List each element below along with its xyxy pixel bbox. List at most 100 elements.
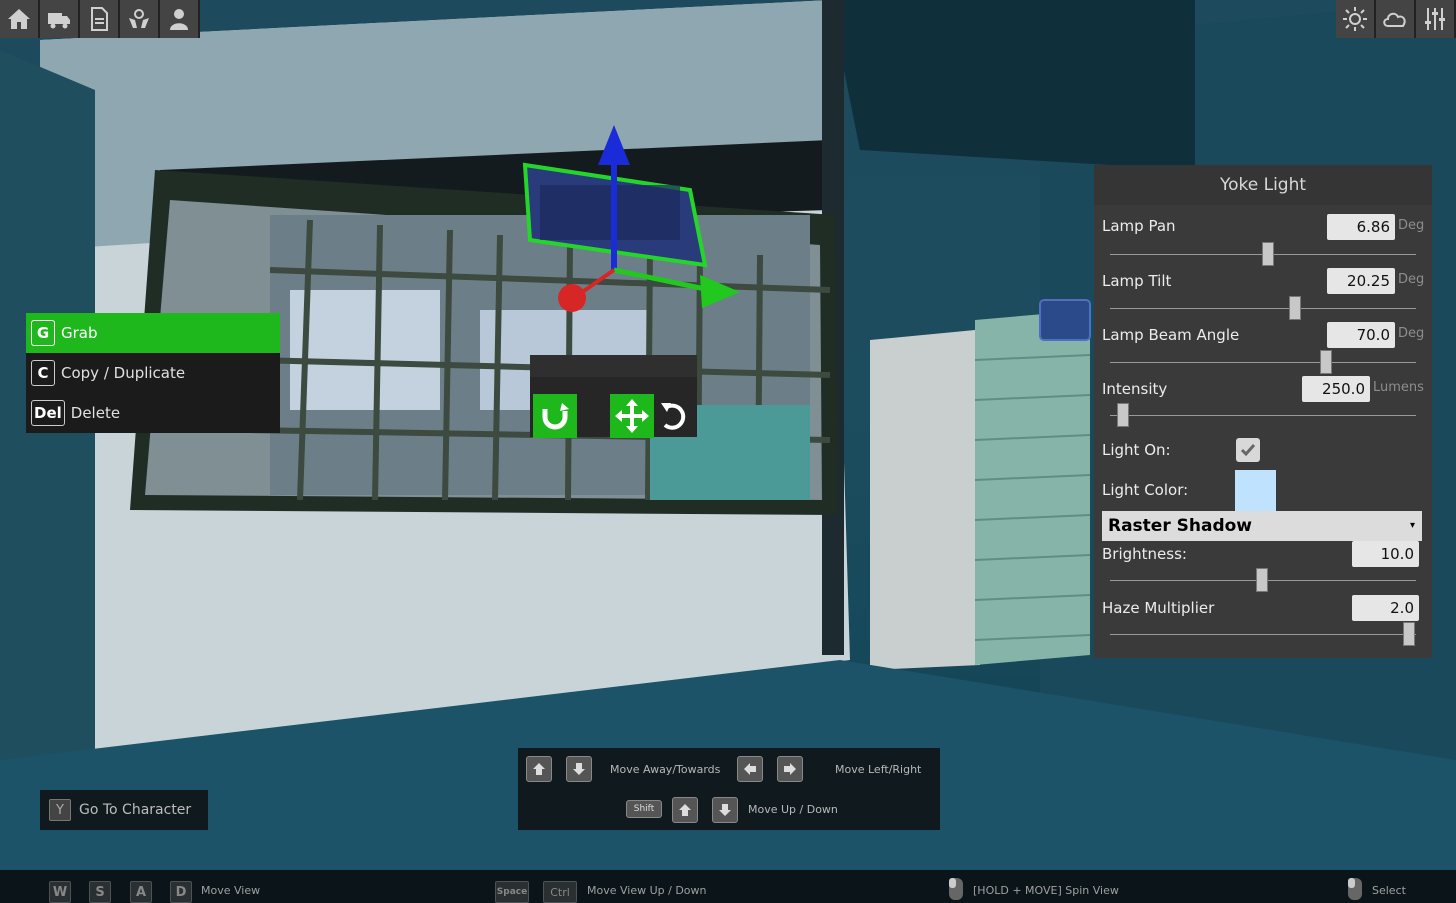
down-arrow-key-2 [712,797,738,823]
lamp-pan-slider-thumb[interactable] [1262,242,1274,266]
haze-multiplier-label: Haze Multiplier [1102,599,1215,617]
right-arrow-key [777,756,803,782]
move-up-down-hint: Move Up / Down [748,803,838,816]
delete-shortcut-key: Del [31,400,65,426]
panel-title: Yoke Light [1094,165,1432,205]
mouse-click-icon [1348,878,1362,900]
move-arrows-icon [615,399,649,433]
haze-multiplier-slider-track[interactable] [1110,634,1416,635]
go-to-character-button[interactable]: Y Go To Character [40,790,208,830]
key-a: A [130,881,152,903]
intensity-unit: Lumens [1373,380,1424,395]
lamp-tilt-slider-track[interactable] [1110,308,1416,309]
move-view-hint: Move View [201,884,261,897]
intensity-slider-thumb[interactable] [1117,403,1129,427]
character-icon [170,9,188,30]
light-on-checkbox[interactable] [1236,438,1260,462]
hands-icon [129,9,149,28]
up-arrow-key-2 [672,797,698,823]
key-s: S [89,881,111,903]
truck-icon [48,13,70,29]
delete-menu-item[interactable]: Del Delete [26,393,280,433]
go-to-character-label: Go To Character [79,802,192,818]
intensity-input[interactable]: 250.0 [1302,376,1370,402]
haze-multiplier-input[interactable]: 2.0 [1352,595,1419,621]
sun-button[interactable] [1336,0,1376,38]
lamp-pan-label: Lamp Pan [1102,217,1176,235]
light-color-label: Light Color: [1102,481,1189,499]
magnet-icon [542,403,569,430]
lamp-tilt-label: Lamp Tilt [1102,272,1172,290]
lamp-pan-input[interactable]: 6.86 [1327,214,1395,240]
spin-view-hint: [HOLD + MOVE] Spin View [973,884,1119,897]
lamp-tilt-input[interactable]: 20.25 [1327,268,1395,294]
arrow-down-icon [573,763,585,775]
truck-button[interactable] [40,0,80,38]
shadow-mode-value: Raster Shadow [1108,516,1253,536]
hands-button[interactable] [120,0,160,38]
arrow-left-icon [744,763,756,775]
cloud-button[interactable] [1376,0,1416,38]
yoke-light-panel: Yoke Light Lamp Pan 6.86 Deg Lamp Tilt 2… [1094,165,1432,658]
gizmo-toolbar-header [530,355,697,377]
up-arrow-key [526,756,552,782]
grab-label: Grab [61,324,98,342]
lamp-tilt-unit: Deg [1398,272,1425,287]
home-button[interactable] [0,0,40,38]
brightness-label: Brightness: [1102,545,1187,563]
key-d: D [170,881,192,903]
arrow-right-icon [784,763,796,775]
key-ctrl: Ctrl [543,881,577,903]
gizmo-toolbar [530,355,697,438]
chevron-down-icon: ▾ [1409,520,1415,531]
arrow-up-icon [533,763,545,775]
select-hint: Select [1372,884,1406,897]
move-left-right-hint: Move Left/Right [835,763,922,776]
key-space: Space [495,881,529,903]
translate-button[interactable] [610,394,654,438]
delete-label: Delete [70,404,121,422]
snap-button[interactable] [533,394,577,438]
lamp-pan-unit: Deg [1398,218,1425,233]
brightness-input[interactable]: 10.0 [1352,541,1419,567]
sun-icon [1343,7,1367,31]
character-button[interactable] [160,0,200,38]
arrow-down-icon [719,804,731,816]
copy-duplicate-menu-item[interactable]: C Copy / Duplicate [26,353,280,393]
haze-multiplier-slider-thumb[interactable] [1403,622,1415,646]
sliders-icon [1425,8,1445,30]
copy-shortcut-key: C [31,360,55,386]
home-icon [8,9,30,29]
sliders-button[interactable] [1416,0,1456,38]
move-view-up-down-hint: Move View Up / Down [587,884,707,897]
copy-duplicate-label: Copy / Duplicate [61,364,186,382]
lamp-beam-angle-slider-track[interactable] [1110,362,1416,363]
light-color-swatch[interactable] [1235,470,1276,511]
lamp-beam-angle-unit: Deg [1398,326,1425,341]
document-icon [91,7,108,31]
lamp-beam-angle-slider-thumb[interactable] [1320,350,1332,374]
grab-menu-item[interactable]: G Grab [26,313,280,353]
rotate-button[interactable] [652,394,696,438]
lamp-tilt-slider-thumb[interactable] [1289,296,1301,320]
light-on-label: Light On: [1102,441,1171,459]
arrow-up-icon [679,804,691,816]
go-to-character-key: Y [49,799,71,821]
toolbar-right [1336,0,1456,38]
mouse-icon [949,878,963,900]
context-menu: G Grab C Copy / Duplicate Del Delete [26,313,280,433]
grab-shortcut-key: G [31,320,55,346]
checkmark-icon [1240,444,1256,457]
shift-key: Shift [626,800,662,818]
document-button[interactable] [80,0,120,38]
move-away-towards-hint: Move Away/Towards [610,763,721,776]
movement-hints-panel: Move Away/Towards Move Left/Right Shift … [518,748,940,830]
intensity-slider-track[interactable] [1110,415,1416,416]
lamp-beam-angle-label: Lamp Beam Angle [1102,326,1240,344]
brightness-slider-thumb[interactable] [1256,568,1268,592]
toolbar-left [0,0,200,38]
lamp-beam-angle-input[interactable]: 70.0 [1327,322,1395,348]
left-arrow-key [737,756,763,782]
rotate-icon [661,403,686,430]
shadow-mode-dropdown[interactable]: Raster Shadow ▾ [1102,511,1422,541]
